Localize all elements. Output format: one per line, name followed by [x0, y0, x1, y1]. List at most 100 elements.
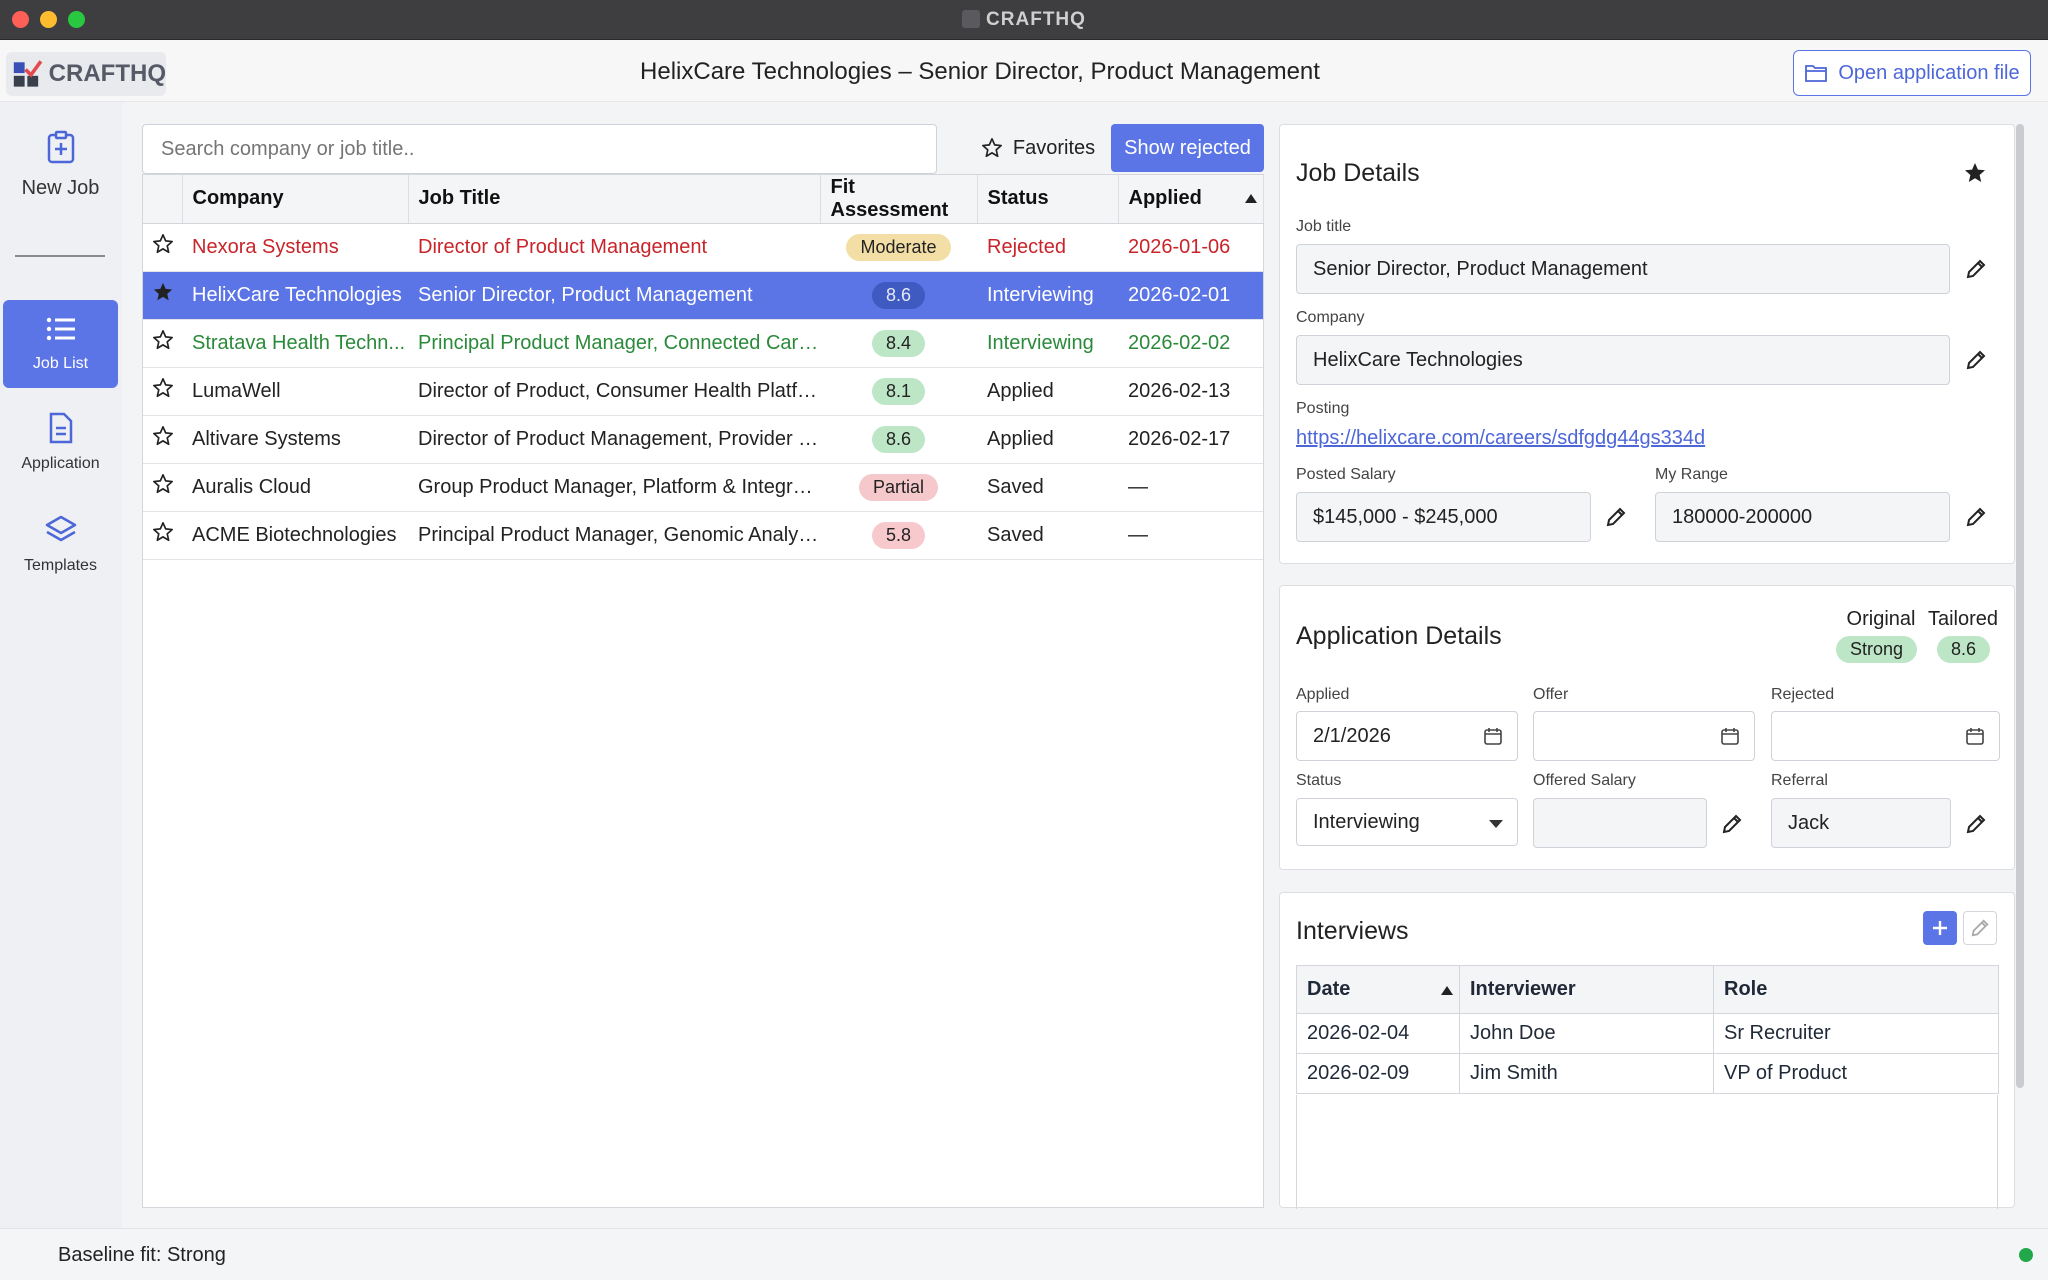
applied-date-cell: 2026-02-13 — [1118, 367, 1263, 416]
favorite-column-header — [143, 175, 183, 224]
job-title-cell: Group Product Manager, Platform & Integr… — [408, 463, 820, 512]
star-outline-icon[interactable] — [143, 511, 182, 560]
sidebar-item-templates[interactable]: Templates — [3, 514, 118, 594]
applied-date-cell: — — [1118, 511, 1263, 560]
edit-company-pencil-icon[interactable] — [1963, 347, 1989, 373]
app-logo[interactable]: CRAFTHQ — [6, 52, 166, 96]
company-cell: Stratava Health Techn... — [182, 319, 408, 368]
table-row[interactable]: LumaWell Director of Product, Consumer He… — [143, 367, 1263, 416]
table-row[interactable]: Auralis Cloud Group Product Manager, Plat… — [143, 463, 1263, 512]
column-header-date[interactable]: Date — [1296, 965, 1460, 1014]
star-outline-icon[interactable] — [143, 367, 182, 416]
list-icon — [46, 317, 75, 341]
column-header-role[interactable]: Role — [1713, 965, 1999, 1014]
interviewer-cell: John Doe — [1459, 1013, 1714, 1054]
applied-date-cell: 2026-02-01 — [1118, 271, 1263, 320]
sidebar: New Job Job List Application Templates — [0, 102, 122, 1228]
fit-badge: Partial — [858, 473, 939, 501]
status-cell: Rejected — [977, 223, 1118, 272]
star-filled-icon[interactable] — [143, 271, 182, 320]
status-select[interactable]: Interviewing — [1296, 798, 1518, 846]
column-header-fit-assessment[interactable]: Fit Assessment — [820, 175, 978, 224]
add-interview-button[interactable] — [1923, 911, 1957, 945]
interview-date-cell: 2026-02-09 — [1296, 1053, 1460, 1094]
details-scrollbar[interactable] — [2016, 124, 2024, 1088]
fit-assessment-cell: 8.4 — [820, 319, 977, 368]
edit-posted-salary-pencil-icon[interactable] — [1603, 504, 1629, 530]
job-title-cell: Director of Product Management, Provider… — [408, 415, 820, 464]
fit-assessment-cell: Moderate — [820, 223, 977, 272]
original-fit-label: Original — [1846, 608, 1916, 630]
favorites-filter-button[interactable]: Favorites — [968, 124, 1108, 172]
rejected-date-field[interactable] — [1771, 711, 2000, 761]
chevron-down-icon — [1489, 820, 1503, 828]
applied-date-cell: 2026-02-02 — [1118, 319, 1263, 368]
edit-job-title-pencil-icon[interactable] — [1963, 256, 1989, 282]
column-header-interviewer[interactable]: Interviewer — [1459, 965, 1714, 1014]
status-bar: Baseline fit: Strong — [0, 1228, 2048, 1280]
column-header-company[interactable]: Company — [182, 175, 409, 224]
table-row[interactable]: Altivare Systems Director of Product Mana… — [143, 415, 1263, 464]
star-outline-icon[interactable] — [143, 415, 182, 464]
my-range-field[interactable]: 180000-200000 — [1655, 492, 1950, 542]
applied-date-value: 2/1/2026 — [1313, 724, 1391, 747]
column-header-job-title[interactable]: Job Title — [408, 175, 821, 224]
table-row[interactable]: 2026-02-09 Jim Smith VP of Product — [1296, 1053, 1999, 1094]
offer-date-field[interactable] — [1533, 711, 1755, 761]
calendar-icon[interactable] — [1720, 726, 1740, 746]
edit-offered-salary-pencil-icon[interactable] — [1719, 811, 1745, 837]
sidebar-item-label: Job List — [32, 355, 89, 372]
posted-salary-field[interactable]: $145,000 - $245,000 — [1296, 492, 1591, 542]
sidebar-item-job-list[interactable]: Job List — [3, 300, 118, 388]
table-row[interactable]: Nexora Systems Director of Product Manage… — [143, 223, 1263, 272]
posting-link[interactable]: https://helixcare.com/careers/sdfgdg44gs… — [1296, 427, 1705, 450]
offered-salary-field[interactable] — [1533, 798, 1707, 848]
company-field[interactable]: HelixCare Technologies — [1296, 335, 1950, 385]
tailored-fit-label: Tailored — [1927, 608, 1999, 630]
tailored-fit-badge: 8.6 — [1937, 636, 1991, 663]
fit-badge: 5.8 — [871, 521, 926, 549]
table-row[interactable]: HelixCare Technologies Senior Director, P… — [143, 271, 1263, 320]
document-icon — [49, 412, 72, 444]
company-cell: LumaWell — [182, 367, 408, 416]
calendar-icon[interactable] — [1483, 726, 1503, 746]
applied-label: Applied — [1296, 686, 1350, 703]
open-application-file-button[interactable]: Open application file — [1793, 50, 2031, 96]
search-input[interactable] — [142, 124, 937, 174]
job-title-cell: Principal Product Manager, Genomic Analy… — [408, 511, 820, 560]
fit-badge: 8.4 — [871, 329, 926, 357]
job-title-cell: Director of Product, Consumer Health Pla… — [408, 367, 820, 416]
interviews-card: Interviews Date Interviewer Role 2026-02… — [1279, 892, 2015, 1209]
table-row[interactable]: 2026-02-04 John Doe Sr Recruiter — [1296, 1013, 1999, 1054]
table-row[interactable]: ACME Biotechnologies Principal Product Ma… — [143, 511, 1263, 560]
job-details-heading: Job Details — [1296, 159, 1420, 187]
posted-salary-label: Posted Salary — [1296, 466, 1396, 483]
job-title-field[interactable]: Senior Director, Product Management — [1296, 244, 1950, 294]
referral-field[interactable]: Jack — [1771, 798, 1951, 848]
rejected-label: Rejected — [1771, 686, 1835, 703]
logo-icon — [13, 60, 43, 87]
interviewer-cell: Jim Smith — [1459, 1053, 1714, 1094]
column-header-applied[interactable]: Applied — [1118, 175, 1264, 224]
offer-label: Offer — [1533, 686, 1569, 703]
star-outline-icon[interactable] — [143, 319, 182, 368]
application-details-heading: Application Details — [1296, 622, 1502, 650]
column-header-status[interactable]: Status — [977, 175, 1119, 224]
favorite-star-icon[interactable] — [1963, 161, 1987, 185]
star-outline-icon[interactable] — [143, 463, 182, 512]
sidebar-item-application[interactable]: Application — [3, 412, 118, 492]
table-row[interactable]: Stratava Health Techn... Principal Produc… — [143, 319, 1263, 368]
sidebar-item-label: New Job — [21, 177, 100, 199]
star-outline-icon[interactable] — [143, 223, 182, 272]
sidebar-item-new-job[interactable]: New Job — [3, 130, 118, 210]
sidebar-item-label: Application — [21, 455, 100, 472]
edit-my-range-pencil-icon[interactable] — [1963, 504, 1989, 530]
edit-referral-pencil-icon[interactable] — [1963, 811, 1989, 837]
show-rejected-button[interactable]: Show rejected — [1111, 124, 1264, 172]
fit-assessment-cell: 8.6 — [820, 415, 977, 464]
edit-interview-button[interactable] — [1963, 911, 1997, 945]
applied-date-field[interactable]: 2/1/2026 — [1296, 711, 1518, 761]
window-titlebar: CRAFTHQ — [0, 0, 2048, 40]
calendar-icon[interactable] — [1965, 726, 1985, 746]
sort-ascending-icon — [1244, 194, 1257, 203]
